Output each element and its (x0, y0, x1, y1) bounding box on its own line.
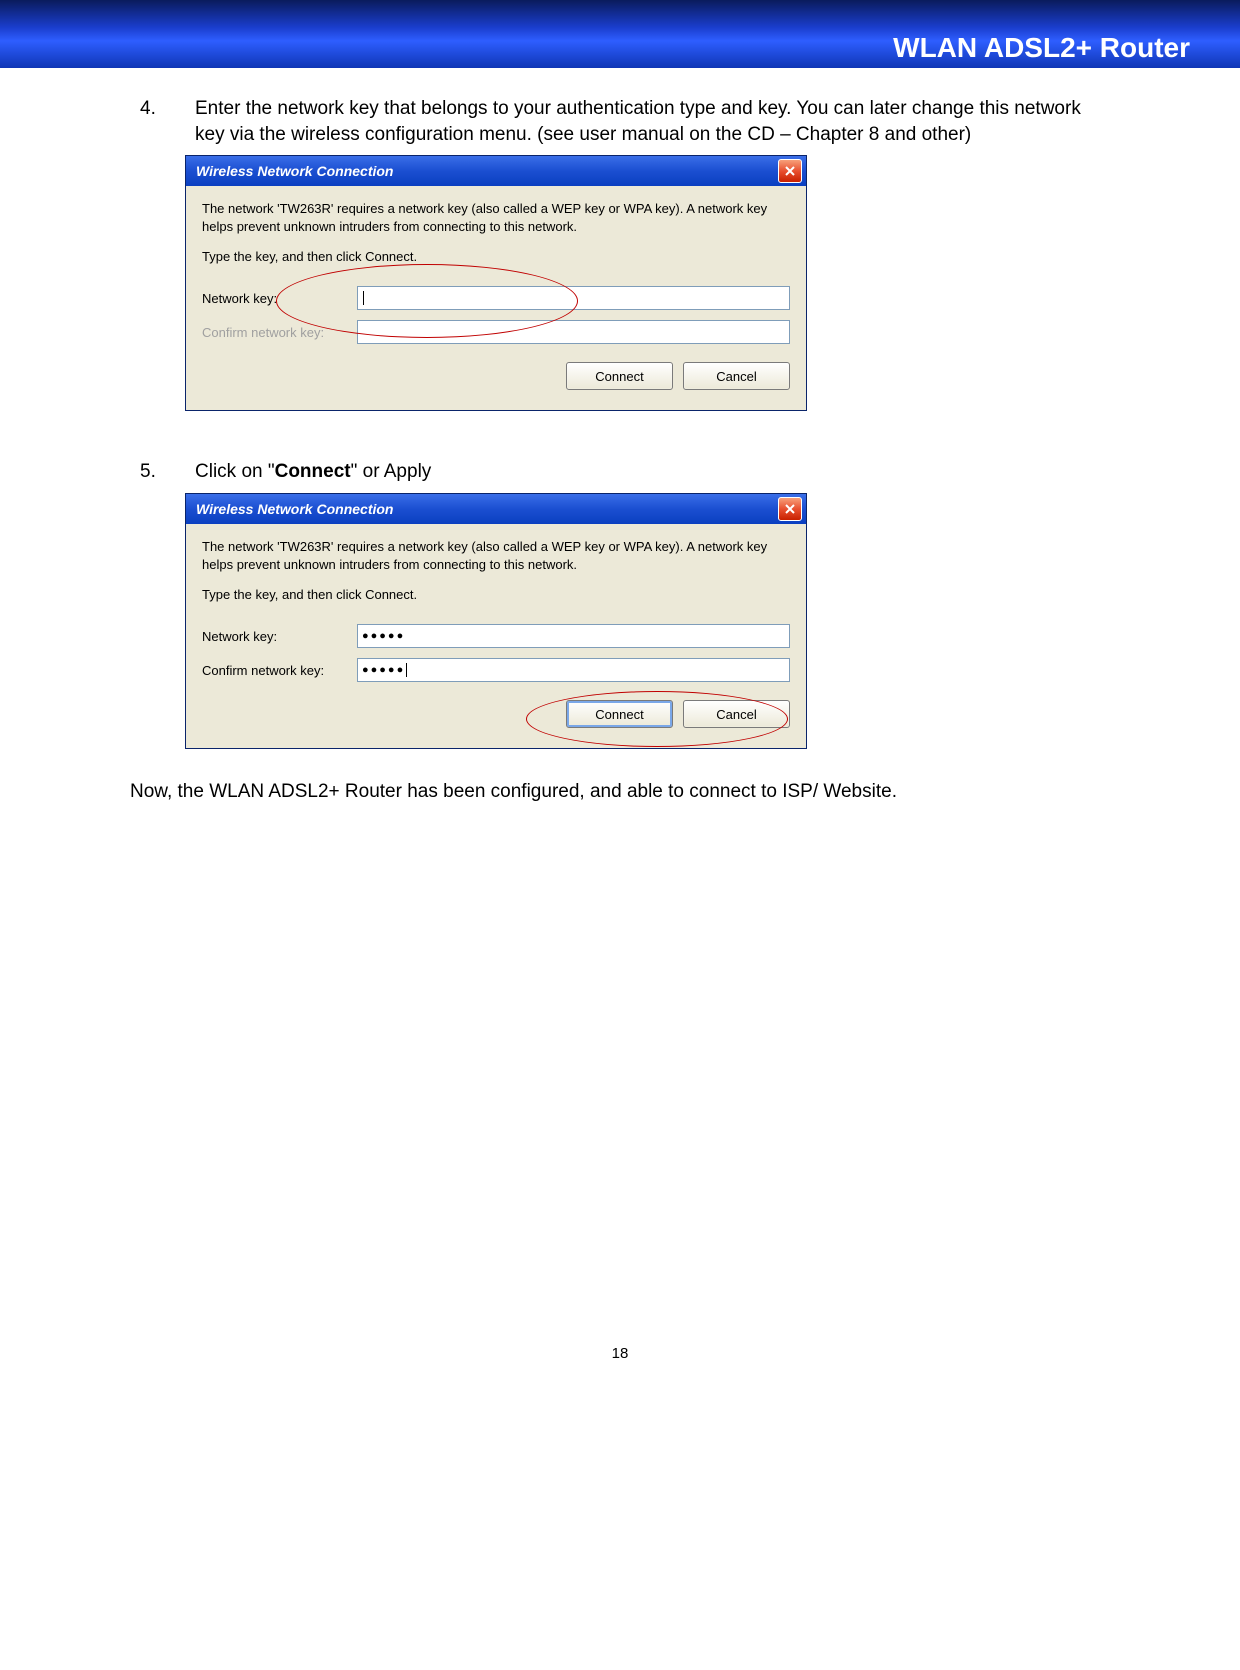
confirm-key-input[interactable] (357, 320, 790, 344)
close-icon (784, 165, 796, 177)
wireless-dialog-1: Wireless Network Connection The network … (185, 155, 807, 411)
network-key-row: Network key: ●●●●● (202, 622, 790, 650)
close-button[interactable] (778, 497, 802, 521)
dialog-button-row: Connect Cancel (202, 352, 790, 396)
close-icon (784, 503, 796, 515)
dialog-info-text: The network 'TW263R' requires a network … (202, 538, 790, 573)
wireless-dialog-2: Wireless Network Connection The network … (185, 493, 807, 749)
dialog-info-text: The network 'TW263R' requires a network … (202, 200, 790, 235)
dialog-title: Wireless Network Connection (196, 163, 393, 179)
connect-button[interactable]: Connect (566, 700, 673, 728)
confirm-key-row: Confirm network key: ●●●●● (202, 656, 790, 684)
network-key-label: Network key: (202, 629, 357, 644)
confirm-key-input[interactable]: ●●●●● (357, 658, 790, 682)
confirm-key-row: Confirm network key: (202, 318, 790, 346)
page-number: 18 (0, 1325, 1240, 1392)
connect-button-label: Connect (595, 369, 643, 384)
cancel-button-label: Cancel (716, 707, 756, 722)
step-text-prefix: Click on " (195, 461, 275, 482)
dialog-body: The network 'TW263R' requires a network … (186, 186, 806, 410)
step-4: 4. Enter the network key that belongs to… (130, 96, 1110, 147)
network-key-label: Network key: (202, 291, 357, 306)
header-title: WLAN ADSL2+ Router (893, 32, 1190, 64)
dialog-titlebar: Wireless Network Connection (186, 156, 806, 186)
step-text-suffix: " or Apply (351, 461, 432, 482)
network-key-value: ●●●●● (362, 630, 405, 642)
step-text-bold: Connect (275, 461, 351, 482)
confirm-key-value: ●●●●● (362, 664, 405, 676)
dialog-body: The network 'TW263R' requires a network … (186, 524, 806, 748)
dialog-instruction: Type the key, and then click Connect. (202, 587, 790, 602)
final-paragraph: Now, the WLAN ADSL2+ Router has been con… (130, 779, 1110, 805)
page-header: WLAN ADSL2+ Router (0, 0, 1240, 68)
step-text: Click on "Connect" or Apply (195, 459, 1110, 485)
step-text: Enter the network key that belongs to yo… (195, 96, 1110, 147)
confirm-key-label: Confirm network key: (202, 663, 357, 678)
dialog-button-row: Connect Cancel (202, 690, 790, 734)
network-key-input[interactable] (357, 286, 790, 310)
cancel-button-label: Cancel (716, 369, 756, 384)
page-body: 4. Enter the network key that belongs to… (0, 68, 1240, 845)
cancel-button[interactable]: Cancel (683, 362, 790, 390)
network-key-row: Network key: (202, 284, 790, 312)
connect-button-label: Connect (595, 707, 643, 722)
confirm-key-label: Confirm network key: (202, 325, 357, 340)
text-caret (406, 663, 407, 677)
step-number: 4. (130, 96, 195, 147)
step-number: 5. (130, 459, 195, 485)
connect-button[interactable]: Connect (566, 362, 673, 390)
cancel-button[interactable]: Cancel (683, 700, 790, 728)
close-button[interactable] (778, 159, 802, 183)
dialog-titlebar: Wireless Network Connection (186, 494, 806, 524)
dialog-title: Wireless Network Connection (196, 501, 393, 517)
text-caret (363, 291, 364, 305)
step-5: 5. Click on "Connect" or Apply (130, 459, 1110, 485)
network-key-input[interactable]: ●●●●● (357, 624, 790, 648)
dialog-instruction: Type the key, and then click Connect. (202, 249, 790, 264)
